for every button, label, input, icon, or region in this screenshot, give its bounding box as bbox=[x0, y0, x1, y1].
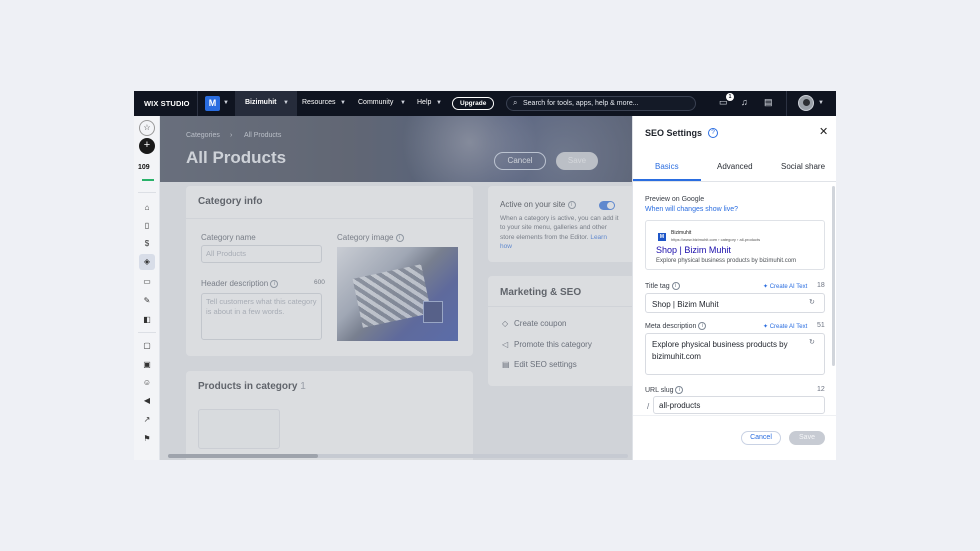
star-icon[interactable]: ☆ bbox=[139, 120, 155, 136]
panel-scrollbar[interactable] bbox=[832, 186, 835, 366]
dollar-icon[interactable]: $ bbox=[139, 236, 155, 252]
tab-social-share[interactable]: Social share bbox=[781, 162, 825, 171]
panel-title: SEO Settings bbox=[645, 128, 703, 138]
preview-label: Preview on Google bbox=[645, 196, 705, 203]
divider bbox=[138, 192, 156, 193]
chevron-down-icon[interactable]: ▼ bbox=[223, 100, 229, 106]
nav-help[interactable]: Help bbox=[417, 99, 431, 106]
notification-badge: 1 bbox=[726, 93, 734, 101]
search-icon: ⌕ bbox=[513, 98, 518, 107]
chevron-down-icon[interactable]: ▼ bbox=[818, 100, 824, 106]
google-preview: M Bizimuhit https://www.bizimuhit.com › … bbox=[645, 220, 825, 270]
url-slug-label: URL slug i bbox=[645, 386, 684, 394]
url-slug-input[interactable]: all-products bbox=[653, 396, 825, 414]
top-bar: WIX STUDIO M ▼ Bizimuhit ▼ Resources ▼ C… bbox=[134, 91, 836, 116]
refresh-icon[interactable]: ↻ bbox=[809, 298, 815, 306]
site-logo[interactable]: M bbox=[205, 96, 220, 111]
document-icon[interactable]: ▯ bbox=[139, 218, 155, 234]
create-ai-text-button[interactable]: ✦ Create AI Text bbox=[763, 323, 807, 330]
search-placeholder: Search for tools, apps, help & more... bbox=[523, 100, 639, 107]
chevron-down-icon: ▼ bbox=[340, 100, 346, 106]
seo-settings-panel: SEO Settings ? ✕ Basics Advanced Social … bbox=[632, 116, 836, 460]
avatar[interactable] bbox=[798, 95, 814, 111]
info-icon[interactable]: i bbox=[675, 386, 684, 394]
bell-icon[interactable]: ♫ bbox=[741, 97, 748, 107]
layout-icon[interactable]: ▤ bbox=[764, 97, 773, 108]
preview-url: https://www.bizimuhit.com › category › a… bbox=[671, 237, 761, 242]
create-ai-text-button[interactable]: ✦ Create AI Text bbox=[763, 283, 807, 290]
title-tag-input[interactable]: Shop | Bizim Muhit bbox=[645, 293, 825, 313]
title-tag-count: 18 bbox=[817, 282, 825, 289]
home-icon[interactable]: ⌂ bbox=[139, 200, 155, 216]
analytics-icon[interactable]: ↗ bbox=[139, 412, 155, 428]
pen-icon[interactable]: ✎ bbox=[139, 293, 155, 309]
info-icon[interactable]: i bbox=[698, 322, 707, 330]
meta-description-input[interactable]: Explore physical business products by bi… bbox=[645, 333, 825, 375]
tab-advanced[interactable]: Advanced bbox=[717, 162, 753, 171]
contacts-icon[interactable]: ☺ bbox=[139, 375, 155, 391]
megaphone-icon[interactable]: ◀ bbox=[139, 393, 155, 409]
horizontal-scrollbar[interactable] bbox=[168, 454, 628, 458]
preview-help-link[interactable]: When will changes show live? bbox=[645, 206, 738, 213]
left-sidebar: ☆ + 109 ⌂ ▯ $ ◈ ▭ ✎ ◧ ▢ ▣ ☺ ◀ ↗ ⚑ bbox=[134, 116, 160, 460]
preview-title: Shop | Bizim Muhit bbox=[656, 245, 731, 255]
divider bbox=[197, 91, 198, 116]
modal-overlay[interactable] bbox=[160, 116, 632, 460]
upgrade-button[interactable]: Upgrade bbox=[452, 97, 495, 110]
chevron-down-icon: ▼ bbox=[400, 100, 406, 106]
app-window: WIX STUDIO M ▼ Bizimuhit ▼ Resources ▼ C… bbox=[134, 91, 836, 460]
progress-bar bbox=[142, 179, 154, 181]
puzzle-icon[interactable]: ◧ bbox=[139, 312, 155, 328]
panel-footer: Cancel Save bbox=[633, 415, 836, 460]
preview-site-name: Bizimuhit bbox=[671, 230, 692, 236]
close-icon[interactable]: ✕ bbox=[819, 125, 828, 138]
chevron-down-icon: ▼ bbox=[436, 100, 442, 106]
divider bbox=[138, 332, 156, 333]
active-tab-indicator bbox=[633, 179, 701, 181]
title-tag-label: Title tag i bbox=[645, 282, 680, 290]
info-icon[interactable]: i bbox=[671, 282, 680, 290]
setup-counter[interactable]: 109 bbox=[138, 164, 150, 171]
window-icon[interactable]: ▭ bbox=[139, 274, 155, 290]
panel-save-button[interactable]: Save bbox=[789, 431, 825, 445]
nav-resources[interactable]: Resources bbox=[302, 99, 335, 106]
brand-logo: WIX STUDIO bbox=[144, 99, 190, 108]
url-slug-prefix: / bbox=[647, 402, 650, 411]
main-content: Categories › All Products All Products C… bbox=[160, 116, 632, 460]
meta-description-label: Meta description i bbox=[645, 322, 707, 330]
refresh-icon[interactable]: ↻ bbox=[809, 338, 815, 346]
tab-basics[interactable]: Basics bbox=[655, 162, 679, 171]
panel-cancel-button[interactable]: Cancel bbox=[741, 431, 781, 445]
help-icon[interactable]: ? bbox=[708, 128, 718, 138]
preview-description: Explore physical business products by bi… bbox=[656, 258, 797, 264]
meta-description-count: 51 bbox=[817, 322, 825, 329]
inbox-icon[interactable]: ▣ bbox=[139, 357, 155, 373]
url-slug-count: 12 bbox=[817, 386, 825, 393]
monitor-icon[interactable]: ▢ bbox=[139, 338, 155, 354]
divider bbox=[786, 91, 787, 116]
nav-community[interactable]: Community bbox=[358, 99, 393, 106]
tabs-divider bbox=[633, 181, 836, 182]
store-icon[interactable]: ◈ bbox=[139, 254, 155, 270]
flag-icon[interactable]: ⚑ bbox=[139, 431, 155, 447]
site-name[interactable]: Bizimuhit bbox=[245, 99, 277, 106]
search-bar[interactable]: ⌕ Search for tools, apps, help & more... bbox=[506, 96, 696, 111]
chevron-down-icon[interactable]: ▼ bbox=[283, 100, 289, 106]
plus-icon[interactable]: + bbox=[139, 138, 155, 154]
site-favicon: M bbox=[658, 233, 666, 241]
